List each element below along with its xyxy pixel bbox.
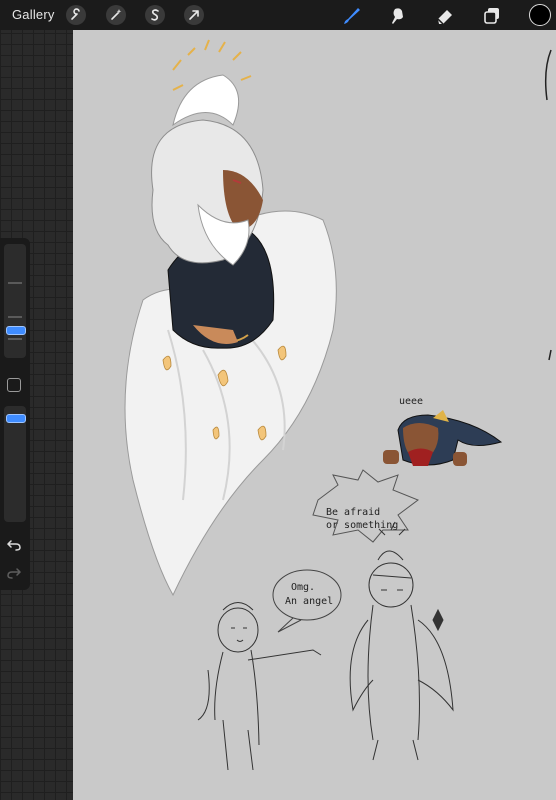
angel-head-drawing — [151, 74, 264, 266]
color-picker-button[interactable] — [529, 4, 551, 26]
slider-tick — [8, 282, 22, 284]
whine-text: ueee — [399, 396, 423, 407]
crying-character-drawing: ueee — [383, 396, 503, 466]
magic-wand-icon[interactable] — [106, 5, 126, 25]
redo-icon[interactable] — [6, 566, 22, 580]
brush-size-thumb[interactable] — [6, 326, 26, 335]
top-toolbar: Gallery — [0, 0, 556, 30]
omg-text-line1: Omg. — [291, 582, 315, 593]
angel-character-sketch — [349, 521, 454, 761]
left-sidebar — [0, 238, 30, 590]
opacity-slider[interactable] — [4, 406, 26, 522]
pointing-character-sketch — [197, 602, 322, 771]
opacity-thumb[interactable] — [6, 414, 26, 423]
shout-text-line2: or something — [326, 520, 398, 531]
shout-text-line1: Be afraid — [326, 507, 380, 518]
gallery-button[interactable]: Gallery — [12, 7, 55, 22]
smudge-icon[interactable] — [387, 5, 409, 27]
undo-icon[interactable] — [6, 538, 22, 552]
drawing-canvas[interactable]: ueee Be afraid or something Omg. An ange… — [73, 30, 556, 800]
omg-speech-bubble: Omg. An angel — [272, 569, 342, 633]
transform-arrow-icon[interactable] — [184, 5, 204, 25]
wrench-icon[interactable] — [66, 5, 86, 25]
brush-size-slider[interactable] — [4, 244, 26, 358]
slider-tick — [8, 316, 22, 318]
layers-icon[interactable] — [481, 5, 503, 27]
selection-s-icon[interactable] — [145, 5, 165, 25]
brush-icon[interactable] — [340, 5, 362, 27]
artwork: ueee Be afraid or something Omg. An ange… — [124, 39, 552, 771]
eraser-icon[interactable] — [434, 5, 456, 27]
slider-tick — [8, 338, 22, 340]
omg-text-line2: An angel — [285, 596, 333, 607]
modify-square-icon[interactable] — [7, 378, 21, 392]
